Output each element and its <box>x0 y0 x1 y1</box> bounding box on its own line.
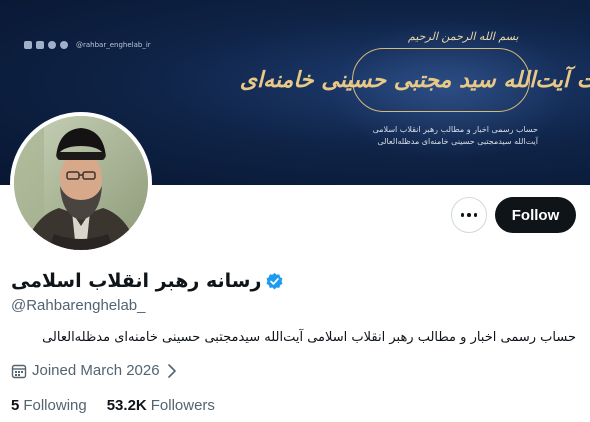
profile-bio: حساب رسمی اخبار و مطالب رهبر انقلاب اسلا… <box>42 330 576 345</box>
banner-calligraphy-frame: حضرت آیت‌الله سید مجتبی حسینی خامنه‌ای <box>240 48 590 112</box>
verified-badge-icon[interactable] <box>265 272 284 291</box>
eitaa-icon <box>60 41 68 49</box>
profile-display-name: رسانه رهبر انقلاب اسلامی <box>11 270 262 292</box>
avatar-photo <box>14 116 148 250</box>
followers-count: 53.2K <box>106 397 147 414</box>
more-horizontal-icon <box>460 213 478 217</box>
banner-caption-line1: حساب رسمی اخبار و مطالب رهبر انقلاب اسلا… <box>372 125 538 134</box>
joined-date-label: Joined March 2026 <box>32 362 160 379</box>
instagram-icon <box>24 41 32 49</box>
following-label: Following <box>23 397 87 414</box>
more-options-button[interactable] <box>451 197 487 233</box>
banner-calligraphy: حضرت آیت‌الله سید مجتبی حسینی خامنه‌ای <box>239 67 590 93</box>
banner-basmala: بسم الله الرحمن الرحیم <box>408 30 519 43</box>
following-link[interactable]: 5 Following <box>11 397 87 414</box>
followers-label: Followers <box>150 397 215 414</box>
profile-stats: 5 Following 53.2K Followers <box>11 397 215 414</box>
profile-handle: @Rahbarenghelab_ <box>11 297 146 314</box>
telegram-icon <box>36 41 44 49</box>
calendar-icon <box>11 364 27 378</box>
profile-avatar[interactable] <box>10 112 152 254</box>
banner-social-handle: @rahbar_enghelab_ir <box>76 41 151 49</box>
followers-link[interactable]: 53.2K Followers <box>107 397 215 414</box>
joined-date-row[interactable]: Joined March 2026 <box>11 362 177 379</box>
following-count: 5 <box>11 397 20 414</box>
banner-caption-line2: آیت‌الله سیدمجتبی حسینی خامنه‌ای مدظله‌ا… <box>377 137 538 146</box>
bale-icon <box>48 41 56 49</box>
profile-name-row: رسانه رهبر انقلاب اسلامی <box>11 270 284 292</box>
banner-social-links: @rahbar_enghelab_ir <box>24 41 151 49</box>
follow-button[interactable]: Follow <box>495 197 576 233</box>
chevron-right-icon <box>167 363 176 378</box>
